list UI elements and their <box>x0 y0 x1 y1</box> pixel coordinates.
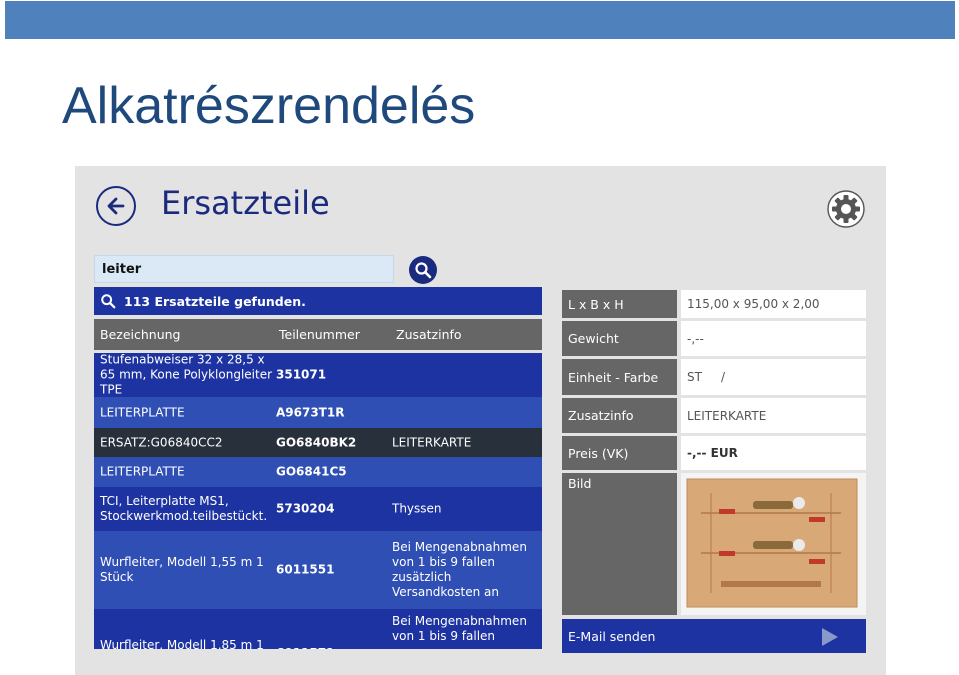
detail-label-dimensions: L x B x H <box>562 290 677 318</box>
row-part-number: 351071 <box>276 367 327 382</box>
row-part-number: A9673T1R <box>276 405 345 419</box>
back-arrow-icon <box>107 197 125 215</box>
row-name: Wurfleiter, Modell 1,85 m 1 <box>100 638 264 649</box>
table-row[interactable]: TCI, Leiterplatte MS1, Stockwerkmod.teil… <box>94 487 542 531</box>
back-button[interactable] <box>96 186 136 226</box>
gear-icon <box>827 190 865 228</box>
row-name: LEITERPLATTE <box>100 405 185 419</box>
circuit-board-image <box>686 478 858 608</box>
column-header-bezeichnung[interactable]: Bezeichnung <box>100 327 181 342</box>
part-image-frame <box>681 473 866 615</box>
row-name: ERSATZ:G06840CC2 <box>100 435 223 449</box>
search-icon <box>415 262 432 279</box>
row-part-number: GO6841C5 <box>276 464 347 479</box>
slide-title: Alkatrészrendelés <box>62 77 476 135</box>
results-count: 113 Ersatzteile gefunden. <box>124 293 306 309</box>
row-part-number: 6011551 <box>276 562 335 577</box>
row-part-number: 6011571 <box>276 646 334 649</box>
app-window: Ersatzteile 113 Ersatzteil <box>75 166 886 675</box>
slide-header-bar <box>5 1 955 39</box>
table-row[interactable]: Stufenabweiser 32 x 28,5 x 65 mm, Kone P… <box>94 353 542 397</box>
detail-label-weight: Gewicht <box>562 321 677 356</box>
table-header: Bezeichnung Teilenummer Zusatzinfo <box>94 319 542 350</box>
row-info: Thyssen <box>392 501 442 516</box>
row-part-number: GO6840BK2 <box>276 435 357 449</box>
app-title: Ersatzteile <box>161 184 330 222</box>
detail-value-weight: -,-- <box>681 321 866 356</box>
table-row-selected[interactable]: ERSATZ:G06840CC2 GO6840BK2 LEITERKARTE <box>94 428 542 457</box>
detail-label-unit-color: Einheit - Farbe <box>562 359 677 395</box>
detail-value-unit-color: ST / <box>681 359 866 395</box>
detail-value-dimensions: 115,00 x 95,00 x 2,00 <box>681 290 866 318</box>
row-name: Stufenabweiser 32 x 28,5 x 65 mm, Kone P… <box>100 353 273 397</box>
table-row[interactable]: LEITERPLATTE GO6841C5 <box>94 457 542 487</box>
play-arrow-icon <box>822 628 838 646</box>
row-name: Wurfleiter, Modell 1,55 m 1 Stück <box>100 555 264 584</box>
column-header-zusatzinfo[interactable]: Zusatzinfo <box>396 327 462 342</box>
detail-label-price: Preis (VK) <box>562 436 677 470</box>
search-input[interactable] <box>94 255 394 283</box>
results-summary-bar: 113 Ersatzteile gefunden. <box>94 287 542 315</box>
row-name: LEITERPLATTE <box>100 464 185 479</box>
email-send-label: E-Mail senden <box>568 628 656 644</box>
row-info: LEITERKARTE <box>392 435 472 449</box>
email-send-button[interactable]: E-Mail senden <box>562 619 866 653</box>
table-row[interactable]: Wurfleiter, Modell 1,85 m 1 6011571 Bei … <box>94 609 542 649</box>
detail-value-extra-info: LEITERKARTE <box>681 398 866 433</box>
results-list[interactable]: Stufenabweiser 32 x 28,5 x 65 mm, Kone P… <box>94 353 542 649</box>
detail-label-extra-info: Zusatzinfo <box>562 398 677 433</box>
row-part-number: 5730204 <box>276 501 335 516</box>
table-row[interactable]: Wurfleiter, Modell 1,55 m 1 Stück 601155… <box>94 531 542 609</box>
settings-button[interactable] <box>827 190 865 228</box>
detail-value-price: -,-- EUR <box>681 436 866 470</box>
table-row[interactable]: LEITERPLATTE A9673T1R <box>94 397 542 428</box>
row-info: Bei Mengenabnahmen von 1 bis 9 fallen <box>392 614 527 643</box>
search-button[interactable] <box>409 256 437 284</box>
detail-label-image: Bild <box>562 473 677 615</box>
column-header-teilenummer[interactable]: Teilenummer <box>279 327 360 342</box>
row-name: TCI, Leiterplatte MS1, Stockwerkmod.teil… <box>100 494 268 523</box>
search-icon <box>100 293 116 309</box>
row-info: Bei Mengenabnahmen von 1 bis 9 fallen zu… <box>392 540 527 599</box>
